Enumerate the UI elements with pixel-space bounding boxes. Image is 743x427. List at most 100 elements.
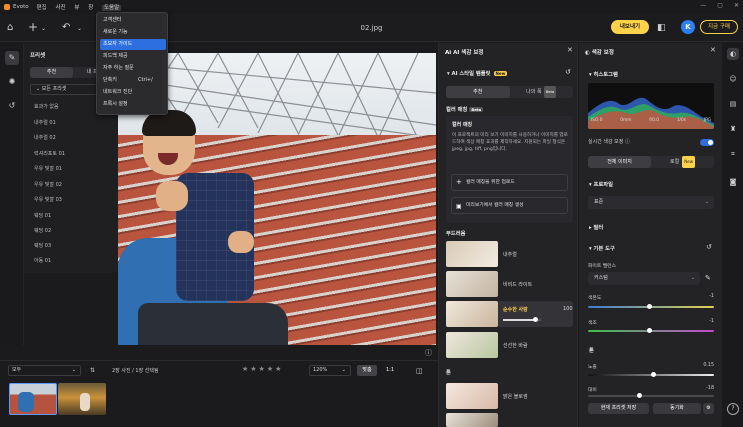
close-icon[interactable]: ✕ — [567, 46, 573, 54]
reset-icon[interactable]: ↺ — [565, 68, 571, 76]
exposure-slider[interactable] — [588, 372, 714, 377]
style-intensity-slider[interactable] — [503, 317, 541, 322]
slider-knob[interactable] — [647, 328, 653, 333]
help-icon[interactable]: ? — [727, 403, 739, 415]
profile-heading[interactable]: ▾ 프로파일 — [589, 180, 613, 188]
tab-local[interactable]: 로컬 New — [651, 156, 714, 168]
tab-whole-image[interactable]: 전체 이미지 — [588, 156, 651, 168]
slider-knob[interactable] — [651, 372, 657, 377]
filter-heading[interactable]: ▸ 필터 — [589, 223, 603, 231]
clothing-icon[interactable]: ♜ — [727, 123, 739, 135]
preset-item[interactable]: 우유 빛깔 03 — [34, 196, 62, 203]
tab-my-styles-label: 나의 폭 — [526, 89, 542, 95]
menu-photo[interactable]: 사진 — [56, 5, 66, 11]
info-icon[interactable]: ⓘ — [425, 348, 432, 358]
face-retouch-icon[interactable]: ☺ — [727, 73, 739, 85]
preset-item[interactable]: 럭셔리포토 01 — [34, 150, 65, 157]
preset-item[interactable]: 웨딩 02 — [34, 227, 51, 234]
exif-aperture: f/0.0 — [649, 118, 660, 123]
adjust-panel-title-text: 색감 보정 — [591, 50, 614, 56]
thumbnail-selected[interactable] — [9, 383, 57, 415]
panel-toggle-icon[interactable]: ◫ — [416, 366, 423, 376]
crop-icon[interactable]: ⌗ — [727, 148, 739, 160]
slider-knob[interactable] — [637, 393, 643, 398]
photo-filter-select[interactable]: 모두 ⌄ — [8, 365, 81, 376]
menu-view[interactable]: 뷰 — [74, 5, 79, 11]
style-item[interactable] — [446, 413, 573, 427]
menu-window[interactable]: 창 — [88, 5, 93, 11]
menu-item-proxy-settings[interactable]: 프록시 설정 — [100, 99, 166, 110]
thumbnail[interactable] — [58, 383, 106, 415]
tab-recommended[interactable]: 추천 — [30, 67, 73, 78]
effects-icon[interactable]: ✺ — [5, 75, 19, 89]
preset-item[interactable]: 우유 빛깔 02 — [34, 181, 62, 188]
menu-item-whats-new[interactable]: 새로운 기능 — [100, 27, 166, 38]
slider-knob[interactable] — [647, 304, 653, 309]
style-item[interactable]: 내추럴 — [446, 241, 573, 267]
realtime-toggle[interactable] — [700, 139, 714, 146]
avatar[interactable]: K — [681, 20, 695, 34]
white-balance-select[interactable]: 커스텀 ⌄ — [588, 272, 700, 285]
sync-settings-icon[interactable]: ⚙ — [703, 403, 714, 414]
style-item-selected[interactable]: 순수한 사랑 100 — [446, 301, 573, 327]
slider-knob[interactable] — [532, 317, 538, 322]
preset-item[interactable]: 내추럴 01 — [34, 119, 56, 126]
contrast-slider[interactable] — [588, 393, 714, 398]
preset-item[interactable]: 웨딩 03 — [34, 242, 51, 249]
close-window-icon[interactable]: ✕ — [734, 2, 739, 9]
eyedropper-icon[interactable]: ✎ — [705, 274, 711, 282]
info-icon[interactable]: ⓘ — [623, 139, 630, 145]
reset-icon[interactable]: ↺ — [706, 243, 712, 251]
style-label: 비비드 라이트 — [503, 282, 533, 288]
style-item[interactable]: 비비드 라이트 — [446, 271, 573, 297]
save-preset-button[interactable]: 현재 프리셋 저장 — [588, 403, 649, 414]
maximize-icon[interactable]: ▢ — [717, 2, 723, 9]
preset-item[interactable]: 아동 01 — [34, 257, 51, 264]
menu-edit[interactable]: 편집 — [37, 5, 47, 11]
menu-help[interactable]: 도움말 — [102, 5, 122, 11]
ai-template-heading[interactable]: ▾ AI 스타일 템플릿 New — [447, 69, 508, 77]
menu-item-network-diagnosis[interactable]: 네트워크 진단 — [100, 87, 166, 98]
actual-size-button[interactable]: 1:1 — [380, 365, 400, 376]
style-item[interactable]: 선선한 바람 — [446, 332, 573, 358]
zoom-select[interactable]: 120% ⌄ — [309, 365, 351, 376]
generate-from-preview-button[interactable]: ▣ 미리보기에서 컬러 매칭 생성 — [451, 197, 568, 214]
compare-icon[interactable]: ◧ — [657, 23, 666, 33]
profile-select[interactable]: 표준 ⌄ — [588, 196, 714, 209]
tone-heading[interactable]: 톤 — [589, 346, 594, 354]
upload-color-match-button[interactable]: + 컬러 매칭을 위한 업로드 — [451, 174, 568, 191]
menu-item-faq[interactable]: 자주 하는 질문 — [100, 63, 166, 74]
preset-item[interactable]: 효과가 없음 — [34, 103, 59, 110]
color-palette-icon[interactable]: ◐ — [727, 48, 739, 60]
sync-button[interactable]: 동기화 — [653, 403, 701, 414]
preset-item[interactable]: 내추럴 02 — [34, 134, 56, 141]
star-rating[interactable]: ★★★★★ — [242, 365, 283, 373]
histogram-heading[interactable]: ▾ 히스토그램 — [589, 70, 618, 78]
tint-slider[interactable] — [588, 328, 714, 333]
ai-icon: Ai — [445, 50, 454, 56]
tab-my-styles[interactable]: 나의 폭 Beta — [510, 86, 574, 98]
export-button[interactable]: 내보내기 — [611, 20, 649, 34]
menu-item-beginner-guide[interactable]: 초보자 가이드 — [100, 39, 166, 50]
white-balance-value: 커스텀 — [594, 275, 608, 281]
close-icon[interactable]: ✕ — [710, 46, 716, 54]
temperature-slider[interactable] — [588, 304, 714, 309]
preset-item[interactable]: 우유 빛깔 01 — [34, 165, 62, 172]
basic-tools-heading[interactable]: ▾ 기본 도구 — [589, 244, 615, 252]
history-icon[interactable]: ↺ — [5, 99, 19, 113]
camera-icon[interactable]: ◙ — [727, 176, 739, 188]
selection-info: 2장 사진 / 1장 선택됨 — [112, 368, 159, 374]
style-item[interactable]: 밝은 블로썸 — [446, 383, 573, 409]
menu-item-shortcuts[interactable]: 단축키 Ctrl+/ — [100, 75, 166, 86]
preset-item[interactable]: 웨딩 01 — [34, 212, 51, 219]
menu-item-customer-center[interactable]: 고객센터 — [100, 15, 166, 26]
buy-now-button[interactable]: 지금 구매 — [700, 20, 738, 34]
preset-icon[interactable]: ✎ — [5, 51, 19, 65]
profile-value: 표준 — [594, 199, 604, 205]
background-icon[interactable]: ▤ — [727, 98, 739, 110]
fit-button[interactable]: 맞춤 — [357, 365, 377, 376]
sort-icon[interactable]: ⇅ — [90, 366, 95, 376]
menu-item-feedback[interactable]: 피드백 제공 — [100, 51, 166, 62]
tab-recommended[interactable]: 추천 — [446, 86, 510, 98]
minimize-icon[interactable]: — — [700, 2, 706, 9]
